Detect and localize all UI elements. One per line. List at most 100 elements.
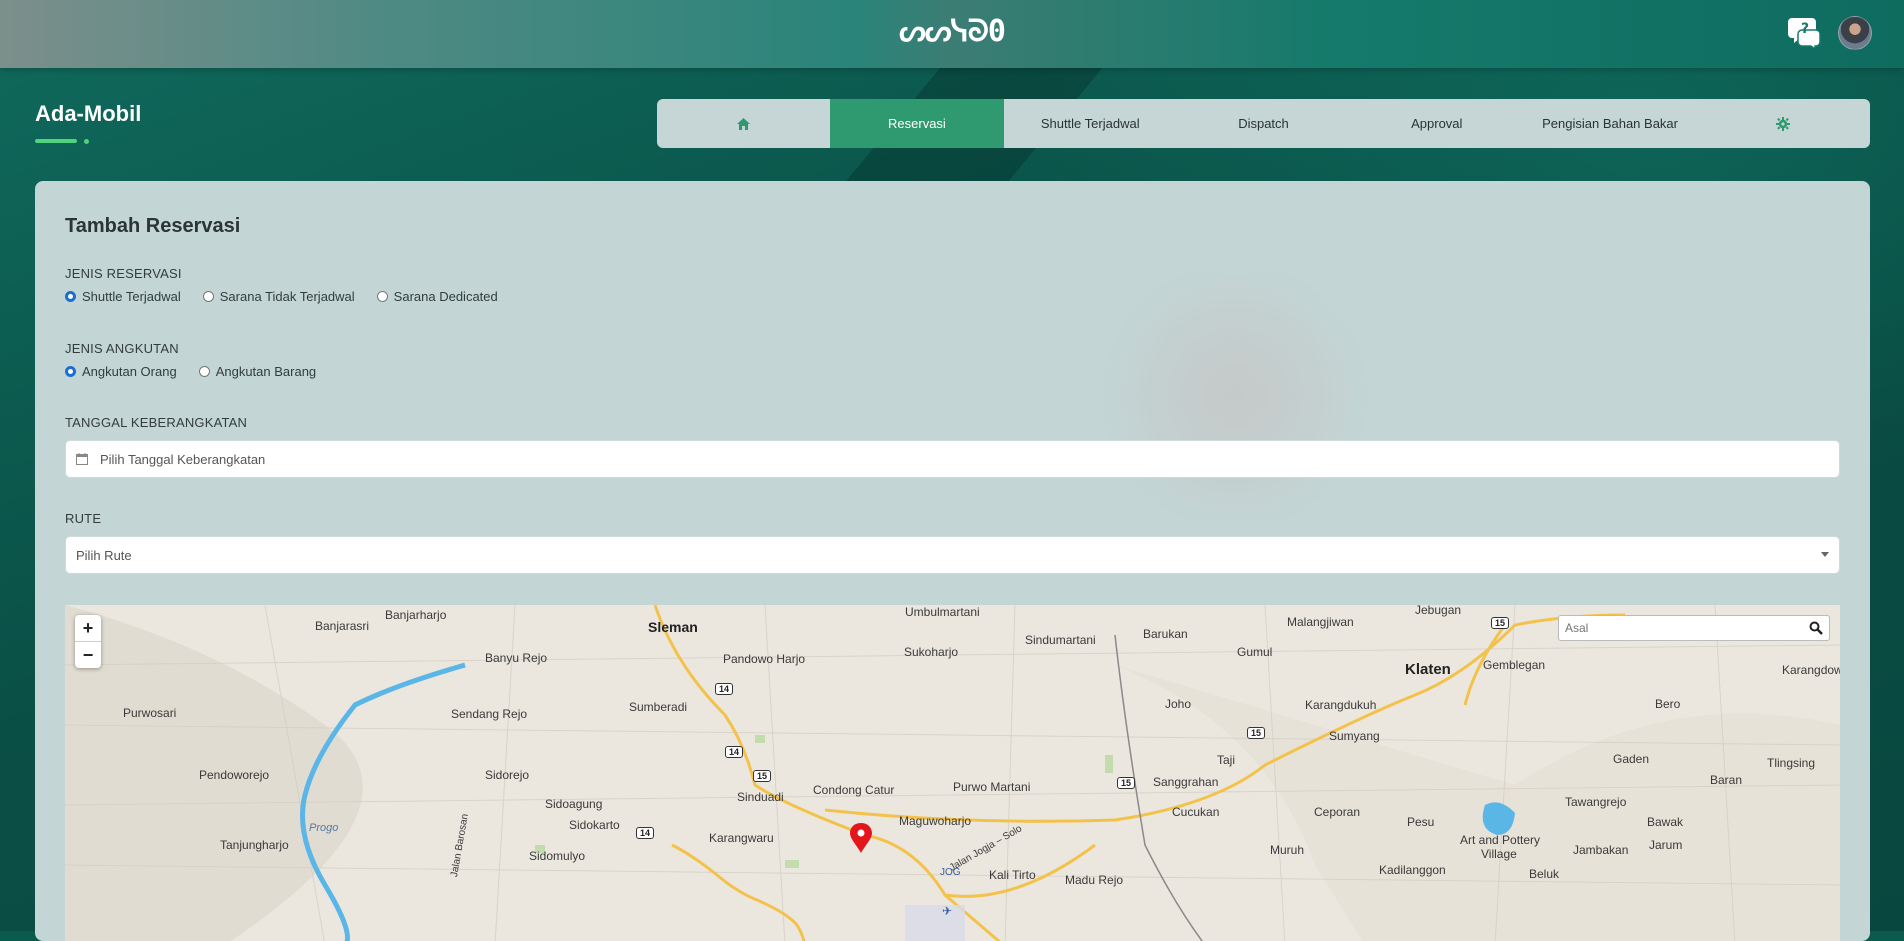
radio-button[interactable] xyxy=(376,291,388,302)
app-title: Ada-Mobil xyxy=(35,101,142,126)
map-label: Barukan xyxy=(1143,627,1188,641)
radio-shuttle-terjadwal[interactable]: Shuttle Terjadwal xyxy=(65,289,181,304)
map-label: Sukoharjo xyxy=(904,645,959,659)
map-label: Village xyxy=(1481,847,1517,861)
road-shield: 15 xyxy=(1247,727,1266,739)
tab-dispatch[interactable]: Dispatch xyxy=(1177,99,1350,148)
map-label: Sidokarto xyxy=(569,818,620,832)
map-label: Karangdow xyxy=(1782,663,1840,677)
map-label: Sinduadi xyxy=(737,790,784,804)
map-label: Madu Rejo xyxy=(1065,873,1124,887)
rute-select[interactable]: Pilih Rute xyxy=(65,536,1840,574)
map-label: Sidomulyo xyxy=(529,849,586,863)
zoom-in-button[interactable]: + xyxy=(75,615,101,641)
map-label: JOG xyxy=(940,867,961,878)
map-label: Cucukan xyxy=(1172,805,1220,819)
rute-placeholder: Pilih Rute xyxy=(76,547,132,563)
main-nav: Reservasi Shuttle Terjadwal Dispatch App… xyxy=(657,99,1870,148)
map-label: Gaden xyxy=(1613,752,1650,766)
map-label: Tanjungharjo xyxy=(220,838,289,852)
map-label: Bawak xyxy=(1647,815,1684,829)
jenis-reservasi-label: JENIS RESERVASI xyxy=(65,266,182,281)
map-label: Taji xyxy=(1217,753,1236,767)
map-label: Baran xyxy=(1710,773,1743,787)
radio-label: Angkutan Barang xyxy=(215,364,317,379)
map-label: Condong Catur xyxy=(813,783,895,797)
map-label: Gemblegan xyxy=(1483,658,1546,672)
tab-approval[interactable]: Approval xyxy=(1350,99,1523,148)
user-avatar[interactable] xyxy=(1838,16,1872,50)
map-search-input[interactable] xyxy=(1559,616,1809,640)
map-label: Kali Tirto xyxy=(989,868,1036,882)
radio-button[interactable] xyxy=(198,366,210,377)
road-shield: 14 xyxy=(715,683,734,695)
map-label: Klaten xyxy=(1405,661,1451,678)
zoom-out-button[interactable]: − xyxy=(75,641,101,668)
title-underline-dot xyxy=(84,139,89,144)
tab-home[interactable] xyxy=(657,99,830,148)
map-label: Karangwaru xyxy=(709,831,774,845)
road-shield: 15 xyxy=(1491,617,1510,629)
svg-text:✈: ✈ xyxy=(942,904,952,918)
map-label: Beluk xyxy=(1529,867,1560,881)
app-logo[interactable]: ᔕᔕᓭᘐ0 xyxy=(899,14,1006,49)
map-label: Jarum xyxy=(1649,838,1683,852)
map-label: Tlingsing xyxy=(1767,756,1816,770)
map-label: Purwo Martani xyxy=(953,780,1031,794)
calendar-icon xyxy=(76,453,88,465)
tanggal-label: TANGGAL KEBERANGKATAN xyxy=(65,415,248,430)
radio-button[interactable] xyxy=(202,291,214,302)
map-label: Sendang Rejo xyxy=(451,707,528,721)
map-label: Bero xyxy=(1655,697,1681,711)
radio-angkutan-barang[interactable]: Angkutan Barang xyxy=(198,364,317,379)
search-icon[interactable] xyxy=(1809,621,1823,635)
map-label: Pesu xyxy=(1407,815,1435,829)
help-chat-icon[interactable]: ? xyxy=(1788,14,1822,48)
tab-pengisian-bahan-bakar[interactable]: Pengisian Bahan Bakar xyxy=(1523,99,1696,148)
map-label: Pandowo Harjo xyxy=(723,652,806,666)
map-label: Jebugan xyxy=(1415,605,1462,617)
map-label: Purwosari xyxy=(123,706,177,720)
map-label: Malangjiwan xyxy=(1287,615,1354,629)
map-label: Sidorejo xyxy=(485,768,530,782)
map-label: Ceporan xyxy=(1314,805,1361,819)
map-search-box xyxy=(1558,615,1830,641)
tab-reservasi[interactable]: Reservasi xyxy=(830,99,1004,148)
map-label: Art and Pottery xyxy=(1460,833,1541,847)
map-label: Gumul xyxy=(1237,645,1273,659)
reservation-card: Tambah Reservasi JENIS RESERVASI Shuttle… xyxy=(35,181,1870,941)
radio-button-checked[interactable] xyxy=(65,366,76,377)
radio-label: Angkutan Orang xyxy=(82,364,177,379)
radio-sarana-dedicated[interactable]: Sarana Dedicated xyxy=(376,289,498,304)
form-title: Tambah Reservasi xyxy=(65,215,241,237)
map-label: Tawangrejo xyxy=(1565,795,1627,809)
tanggal-placeholder: Pilih Tanggal Keberangkatan xyxy=(100,451,266,467)
map-label: Sumberadi xyxy=(629,700,688,714)
map[interactable]: ✈ + − Banjarasri Banjarharjo Banyu Rejo … xyxy=(65,605,1840,941)
card-glow xyxy=(1085,271,1385,521)
title-underline xyxy=(35,139,77,143)
map-label: Maguwoharjo xyxy=(899,814,972,828)
map-label: Banjarasri xyxy=(315,619,370,633)
tanggal-keberangkatan-input[interactable]: Pilih Tanggal Keberangkatan xyxy=(65,440,1840,478)
radio-button-checked[interactable] xyxy=(65,291,76,302)
tab-shuttle-terjadwal[interactable]: Shuttle Terjadwal xyxy=(1004,99,1177,148)
svg-text:?: ? xyxy=(1801,21,1809,37)
radio-angkutan-orang[interactable]: Angkutan Orang xyxy=(65,364,177,379)
map-label: Progo xyxy=(309,822,339,834)
map-label: Sleman xyxy=(648,619,698,635)
home-icon xyxy=(737,117,751,130)
radio-sarana-tidak-terjadwal[interactable]: Sarana Tidak Terjadwal xyxy=(202,289,355,304)
radio-label: Sarana Tidak Terjadwal xyxy=(219,289,355,304)
map-label: Banjarharjo xyxy=(385,608,447,622)
tab-settings[interactable] xyxy=(1697,99,1870,148)
jenis-angkutan-label: JENIS ANGKUTAN xyxy=(65,341,179,356)
map-label: Sindumartani xyxy=(1025,633,1096,647)
zoom-control: + − xyxy=(75,615,101,668)
road-shield: 15 xyxy=(1117,777,1136,789)
rute-label: RUTE xyxy=(65,511,102,526)
map-label: Kadilanggon xyxy=(1379,863,1446,877)
map-label: Sumyang xyxy=(1329,729,1380,743)
map-label: Karangdukuh xyxy=(1305,698,1377,712)
map-label: Sidoagung xyxy=(545,797,603,811)
